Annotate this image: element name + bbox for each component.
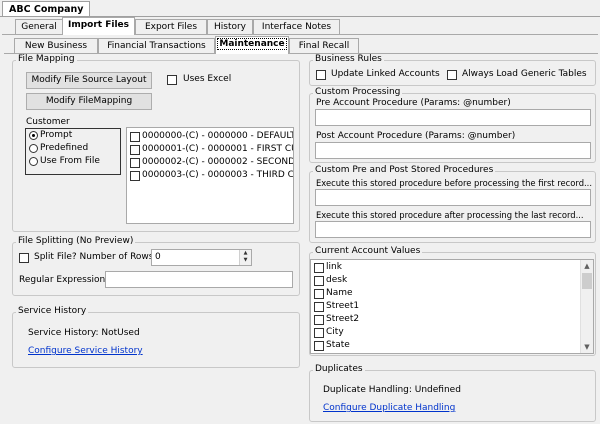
account-value-checkbox[interactable] xyxy=(314,315,324,325)
customer-list-item[interactable]: 0000003-(C) - 0000003 - THIRD CUST xyxy=(127,169,293,182)
account-value-checkbox[interactable] xyxy=(314,289,324,299)
customer-prompt-radio[interactable] xyxy=(29,131,38,140)
account-value-checkbox[interactable] xyxy=(314,302,324,312)
post-account-procedure-input[interactable] xyxy=(315,142,591,159)
tab-new-business[interactable]: New Business xyxy=(14,38,98,54)
spin-down-icon[interactable]: ▼ xyxy=(240,257,251,264)
always-load-generic-tables-checkbox[interactable] xyxy=(447,70,457,80)
duplicate-handling-status: Duplicate Handling: Undefined xyxy=(323,385,461,395)
pre-account-procedure-input[interactable] xyxy=(315,109,591,126)
update-linked-accounts-label: Update Linked Accounts xyxy=(331,69,440,79)
account-value-item[interactable]: desk xyxy=(311,274,593,287)
account-value-item[interactable]: link xyxy=(311,261,593,274)
scroll-up-icon[interactable]: ▲ xyxy=(581,260,593,272)
current-account-values-legend: Current Account Values xyxy=(313,246,423,256)
customer-item-checkbox[interactable] xyxy=(130,158,140,168)
customer-use-from-file-radio[interactable] xyxy=(29,157,38,166)
split-file-checkbox[interactable] xyxy=(19,253,29,263)
customer-use-from-file-label: Use From File xyxy=(40,156,100,166)
file-splitting-legend: File Splitting (No Preview) xyxy=(16,236,136,246)
account-value-checkbox[interactable] xyxy=(314,276,324,286)
split-file-label: Split File? Number of Rows xyxy=(34,252,154,262)
regular-expression-label: Regular Expression xyxy=(19,275,106,285)
sub-tabs-divider xyxy=(4,53,598,54)
account-value-checkbox[interactable] xyxy=(314,263,324,273)
service-history-legend: Service History xyxy=(16,306,89,316)
modify-file-source-layout-button[interactable]: Modify File Source Layout xyxy=(26,72,152,89)
customer-item-checkbox[interactable] xyxy=(130,132,140,142)
tab-maintenance[interactable]: Maintenance xyxy=(215,36,289,54)
customer-predefined-label: Predefined xyxy=(40,143,89,153)
service-history-status: Service History: NotUsed xyxy=(28,328,140,338)
custom-stored-procedures-legend: Custom Pre and Post Stored Procedures xyxy=(313,165,496,175)
tab-final-recall[interactable]: Final Recall xyxy=(289,38,359,54)
customer-item-checkbox[interactable] xyxy=(130,171,140,181)
file-mapping-legend: File Mapping xyxy=(16,54,77,64)
uses-excel-checkbox[interactable] xyxy=(167,75,177,85)
duplicates-group xyxy=(309,370,596,422)
account-value-checkbox[interactable] xyxy=(314,341,324,351)
modify-file-mapping-button[interactable]: Modify FileMapping xyxy=(26,93,152,110)
tab-history[interactable]: History xyxy=(207,19,253,35)
before-procedure-input[interactable] xyxy=(315,189,591,206)
customer-label: Customer xyxy=(26,117,70,127)
configure-service-history-link[interactable]: Configure Service History xyxy=(28,346,143,356)
account-value-item[interactable]: Name xyxy=(311,287,593,300)
uses-excel-label: Uses Excel xyxy=(183,74,232,84)
customer-item-checkbox[interactable] xyxy=(130,145,140,155)
customer-prompt-label: Prompt xyxy=(40,130,73,140)
account-values-list[interactable]: link desk Name Street1 Street2 City Stat… xyxy=(310,259,594,354)
scroll-thumb[interactable] xyxy=(582,273,592,289)
configure-duplicate-handling-link[interactable]: Configure Duplicate Handling xyxy=(323,403,455,413)
duplicates-legend: Duplicates xyxy=(313,364,365,374)
tab-general[interactable]: General xyxy=(15,19,63,35)
update-linked-accounts-checkbox[interactable] xyxy=(316,70,326,80)
after-procedure-label: Execute this stored procedure after proc… xyxy=(316,210,584,220)
always-load-generic-tables-label: Always Load Generic Tables xyxy=(462,69,587,79)
post-account-procedure-label: Post Account Procedure (Params: @number) xyxy=(316,131,516,141)
after-procedure-input[interactable] xyxy=(315,221,591,238)
spin-up-icon[interactable]: ▲ xyxy=(240,250,251,257)
pre-account-procedure-label: Pre Account Procedure (Params: @number) xyxy=(316,98,511,108)
business-rules-legend: Business Rules xyxy=(313,54,384,64)
regular-expression-input[interactable] xyxy=(105,271,293,288)
before-procedure-label: Execute this stored procedure before pro… xyxy=(316,178,592,188)
rows-number-input[interactable]: 0 ▲ ▼ xyxy=(151,249,252,266)
account-value-item[interactable]: State xyxy=(311,339,593,352)
custom-processing-legend: Custom Processing xyxy=(313,87,403,97)
account-value-item[interactable]: City xyxy=(311,326,593,339)
rows-spinner[interactable]: ▲ ▼ xyxy=(239,250,251,265)
company-tab[interactable]: ABC Company xyxy=(2,1,90,17)
tab-export-files[interactable]: Export Files xyxy=(135,19,207,35)
account-value-checkbox[interactable] xyxy=(314,328,324,338)
customer-predefined-radio[interactable] xyxy=(29,144,38,153)
customer-list-item[interactable]: 0000001-(C) - 0000001 - FIRST CUST xyxy=(127,143,293,156)
account-values-scrollbar[interactable]: ▲ ▼ xyxy=(580,260,593,353)
tab-financial-transactions[interactable]: Financial Transactions xyxy=(98,38,215,54)
tab-interface-notes[interactable]: Interface Notes xyxy=(253,19,340,35)
service-history-group xyxy=(12,312,300,368)
account-value-item[interactable]: Street1 xyxy=(311,300,593,313)
scroll-down-icon[interactable]: ▼ xyxy=(581,341,593,353)
customer-list-item[interactable]: 0000002-(C) - 0000002 - SECOND CU xyxy=(127,156,293,169)
account-value-item[interactable]: Street2 xyxy=(311,313,593,326)
tab-import-files[interactable]: Import Files xyxy=(62,17,135,35)
customer-list-item[interactable]: 0000000-(C) - 0000000 - DEFAULT CU xyxy=(127,130,293,143)
customer-list[interactable]: 0000000-(C) - 0000000 - DEFAULT CU 00000… xyxy=(126,127,294,224)
